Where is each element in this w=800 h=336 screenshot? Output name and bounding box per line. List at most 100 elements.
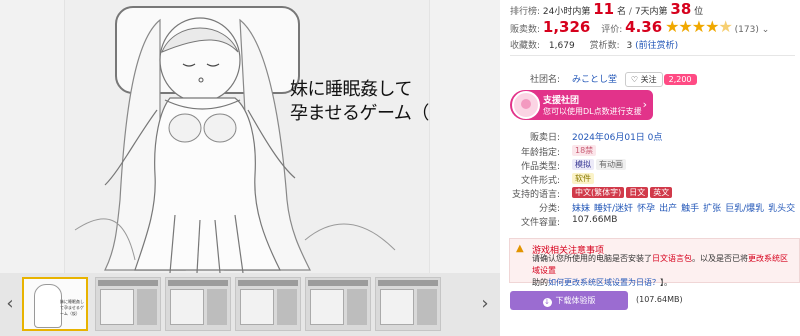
thumbnail-sidebar	[277, 289, 297, 325]
thumbnail-toolbar	[308, 280, 368, 286]
full-stars: ★★★★	[665, 17, 719, 36]
chevron-right-icon[interactable]: ›	[478, 293, 492, 315]
language-tag[interactable]: 英文	[650, 187, 673, 198]
thumbnail-toolbar	[378, 280, 438, 286]
ranking-24h-unit: 名	[617, 7, 627, 17]
ranking-24h-prefix: 24小时内第	[542, 7, 591, 17]
work-type-tag[interactable]: 有动画	[596, 159, 626, 170]
notice-link-language-pack[interactable]: 日文语言包	[652, 254, 692, 263]
appraise-value: 3	[626, 41, 633, 51]
support-circle-banner[interactable]: 支援社团 您可以使用DL点数进行支援 ›	[510, 90, 653, 120]
notice-text: 】。	[660, 278, 672, 287]
release-date-link[interactable]: 2024年06月01日 0点	[572, 130, 662, 143]
thumbnail-1[interactable]: 妹に睡眠姦して孕ませるゲーム（仮）	[22, 277, 88, 331]
file-format-tag[interactable]: 软件	[572, 173, 594, 184]
artwork-title: 妹に睡眠姦して 孕ませるゲーム（仮）	[290, 78, 429, 126]
language-row: 支持的语言: 中文(繁体字) 日文 英文	[510, 187, 800, 201]
thumbnail-sidebar	[347, 289, 367, 325]
thumbnail-sidebar	[417, 289, 437, 325]
follower-count-badge: 2,200	[663, 74, 697, 85]
work-type-label: 作品类型:	[520, 162, 560, 172]
notice-text: 。以及是否已将	[692, 254, 748, 263]
favorites-row: 收藏数: 1,679 赏析数: 3 (前往赏析)	[510, 38, 678, 51]
ranking-7d-prefix: 7天内第	[634, 7, 668, 17]
thumbnail-sidebar	[207, 289, 227, 325]
thumbnail-toolbar	[168, 280, 228, 286]
genre-link[interactable]: 触手	[681, 204, 699, 214]
thumbnail-caption: 妹に睡眠姦して孕ませるゲーム（仮）	[60, 299, 84, 316]
thumbnail-2[interactable]	[95, 277, 161, 331]
rating-value: 4.36	[625, 18, 663, 36]
support-subtitle: 您可以使用DL点数进行支援	[543, 107, 642, 116]
ranking-24h-value[interactable]: 11	[593, 0, 614, 18]
artwork-title-line1: 妹に睡眠姦して	[290, 79, 412, 100]
review-count[interactable]: (173)	[735, 25, 759, 35]
thumbnail-sidebar	[137, 289, 157, 325]
character-illustration	[74, 17, 396, 273]
appraise-label: 赏析数:	[589, 41, 620, 51]
thumbnail-toolbar	[238, 280, 298, 286]
ranking-7d-value[interactable]: 38	[670, 0, 691, 18]
thumbnail-panel	[310, 289, 344, 325]
follow-label: 关注	[640, 75, 657, 84]
circle-label: 社团名:	[529, 75, 560, 85]
thumbnail-5[interactable]	[305, 277, 371, 331]
artwork-title-line2: 孕ませるゲーム（仮）	[290, 103, 429, 124]
rating-label: 评价:	[601, 25, 623, 35]
main-product-image[interactable]: 妹に睡眠姦して 孕ませるゲーム（仮）	[64, 0, 430, 273]
notice-link-how-to[interactable]: 如何更改系统区域设置为日语？	[548, 278, 660, 287]
download-size: (107.64MB)	[636, 295, 683, 304]
appraise-link[interactable]: (前往赏析)	[635, 41, 678, 51]
genre-link[interactable]: 怀孕	[637, 204, 655, 214]
age-rating-tag[interactable]: 18禁	[572, 145, 597, 156]
product-gallery: 妹に睡眠姦して 孕ませるゲーム（仮） ‹ 妹に睡眠姦して孕ませるゲーム（仮）	[0, 0, 500, 336]
thumbnail-panel	[170, 289, 204, 325]
genre-link[interactable]: 乳头交	[768, 204, 795, 214]
circle-name-link[interactable]: みことし堂	[572, 75, 617, 85]
language-tag[interactable]: 中文(繁体字)	[572, 187, 625, 198]
circle-avatar	[512, 91, 540, 119]
genre-link[interactable]: 巨乳/爆乳	[725, 204, 764, 214]
divider	[510, 55, 795, 56]
thumbnail-6[interactable]	[375, 277, 441, 331]
download-icon: ↓	[542, 298, 552, 307]
genre-link[interactable]: 睡奸/迷奸	[594, 204, 633, 214]
thumbnail-toolbar	[98, 280, 158, 286]
download-trial-label: 下载体验版	[555, 296, 596, 305]
support-title: 支援社团	[543, 96, 580, 106]
thumbnail-panel	[380, 289, 414, 325]
favorites-value: 1,679	[548, 41, 575, 51]
sales-value: 1,326	[542, 18, 591, 36]
chevron-right-icon: ›	[642, 98, 647, 111]
notice-text: 请确认您所使用的电脑是否安装了	[532, 254, 652, 263]
ranking-separator: /	[628, 7, 632, 17]
chevron-down-icon[interactable]: ⌄	[762, 25, 770, 35]
genre-link[interactable]: 扩张	[703, 204, 721, 214]
favorites-label: 收藏数:	[510, 41, 541, 51]
download-trial-button[interactable]: ↓ 下载体验版	[510, 291, 628, 310]
release-date-label: 贩卖日:	[529, 133, 560, 143]
thumbnail-panel	[240, 289, 274, 325]
file-format-label: 文件形式:	[520, 176, 560, 186]
file-format-row: 文件形式: 软件	[510, 173, 800, 187]
work-type-tag[interactable]: 模拟	[572, 159, 594, 170]
file-size-value: 107.66MB	[572, 215, 618, 225]
thumbnail-3[interactable]	[165, 277, 231, 331]
thumbnail-4[interactable]	[235, 277, 301, 331]
age-rating-row: 年龄指定: 18禁	[510, 145, 800, 159]
follow-button[interactable]: ♡ 关注	[624, 72, 663, 87]
language-tag[interactable]: 日文	[626, 187, 649, 198]
file-size-label: 文件容量:	[520, 218, 560, 228]
notice-body: 请确认您所使用的电脑是否安装了日文语言包。以及是否已将更改系统区域设置 助的如何…	[532, 253, 794, 289]
genre-link[interactable]: 妹妹	[572, 204, 590, 214]
ranking-label: 排行榜:	[510, 7, 541, 17]
genre-link[interactable]: 出产	[659, 204, 677, 214]
thumbnail-panel	[100, 289, 134, 325]
work-type-row: 作品类型: 模拟 有动画	[510, 159, 800, 173]
language-label: 支持的语言:	[511, 190, 560, 200]
chevron-left-icon[interactable]: ‹	[3, 293, 17, 315]
sales-label: 贩卖数:	[510, 25, 541, 35]
thumbnail-figure	[34, 284, 62, 328]
warning-icon: ▲	[516, 243, 524, 254]
star-rating-icon: ★★★★★	[665, 17, 733, 36]
